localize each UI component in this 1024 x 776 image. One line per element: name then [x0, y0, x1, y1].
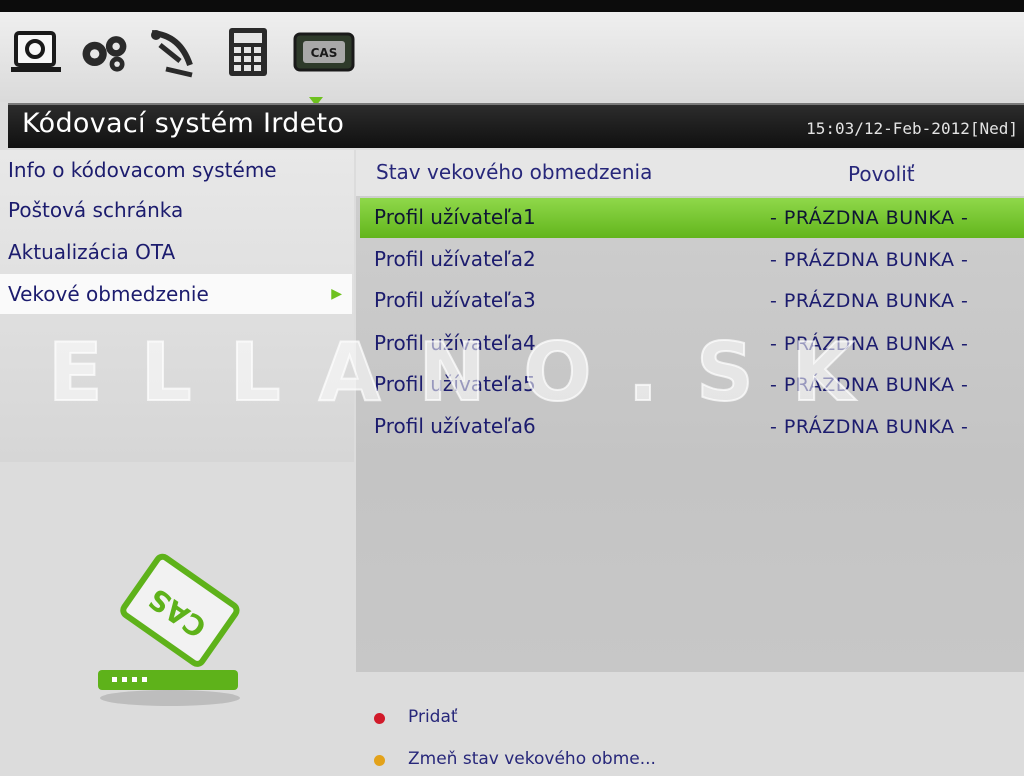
red-button-icon [374, 713, 385, 724]
profile-row[interactable]: Profil užívateľa2 - PRÁZDNA BUNKA - [360, 240, 1024, 280]
cas-logo-icon: CAS [90, 548, 255, 723]
profile-name: Profil užívateľa4 [374, 331, 536, 355]
cas-card-icon[interactable]: CAS [292, 24, 356, 80]
profile-row[interactable]: Profil užívateľa5 - PRÁZDNA BUNKA - [360, 365, 1024, 405]
sidebar-item-age-restriction[interactable]: Vekové obmedzenie ▶ [0, 274, 352, 314]
sidebar-item-label: Vekové obmedzenie [8, 282, 209, 306]
profile-state: - PRÁZDNA BUNKA - [770, 249, 969, 271]
sidebar-item-label: Info o kódovacom systéme [8, 158, 277, 182]
legend-label: Zmeň stav vekového obme... [408, 749, 656, 769]
column-header-allow: Povoliť [848, 162, 915, 186]
screen-bezel [0, 0, 1024, 12]
chevron-right-icon: ▶ [331, 286, 342, 302]
title-bar: Kódovací systém Irdeto 15:03/12-Feb-2012… [8, 103, 1024, 148]
key-legend: Pridať Zmeň stav vekového obme... [370, 700, 1020, 769]
column-header-status: Stav vekového obmedzenia [376, 160, 653, 184]
profile-name: Profil užívateľa6 [374, 414, 536, 438]
datetime-display: 15:03/12-Feb-2012[Ned] [806, 119, 1018, 138]
sidebar-item-ota-update[interactable]: Aktualizácia OTA [0, 232, 352, 272]
top-toolbar: CAS [0, 12, 1024, 106]
cas-card-label: CAS [311, 46, 338, 60]
profile-state: - PRÁZDNA BUNKA - [770, 333, 969, 355]
sidebar-menu: Info o kódovacom systéme Poštová schránk… [0, 150, 354, 462]
sidebar-item-label: Aktualizácia OTA [8, 240, 176, 264]
page-title: Kódovací systém Irdeto [22, 108, 345, 139]
profile-row[interactable]: Profil užívateľa4 - PRÁZDNA BUNKA - [360, 324, 1024, 364]
sidebar-item-cas-info[interactable]: Info o kódovacom systéme [0, 150, 352, 190]
legend-label: Pridať [408, 707, 458, 727]
profile-row[interactable]: Profil užívateľa1 - PRÁZDNA BUNKA - [360, 198, 1024, 238]
satellite-dish-icon[interactable] [146, 24, 202, 80]
profile-name: Profil užívateľa3 [374, 288, 536, 312]
settings-gears-icon[interactable] [76, 24, 132, 80]
yellow-button-icon [374, 755, 385, 766]
calculator-icon[interactable] [220, 24, 276, 80]
sidebar-item-label: Poštová schránka [8, 198, 184, 222]
profile-name: Profil užívateľa2 [374, 247, 536, 271]
profile-name: Profil užívateľa5 [374, 372, 536, 396]
profile-state: - PRÁZDNA BUNKA - [770, 290, 969, 312]
profile-state: - PRÁZDNA BUNKA - [770, 374, 969, 396]
profile-row[interactable]: Profil užívateľa3 - PRÁZDNA BUNKA - [360, 281, 1024, 321]
profile-state: - PRÁZDNA BUNKA - [770, 416, 969, 438]
profile-name: Profil užívateľa1 [374, 205, 536, 229]
panel-header: Stav vekového obmedzenia Povoliť [356, 150, 1024, 196]
profile-row[interactable]: Profil užívateľa6 - PRÁZDNA BUNKA - [360, 407, 1024, 447]
sidebar-item-mailbox[interactable]: Poštová schránka [0, 190, 352, 230]
profile-state: - PRÁZDNA BUNKA - [770, 207, 969, 229]
age-restriction-panel: Stav vekového obmedzenia Povoliť Profil … [356, 150, 1024, 672]
tv-screen-icon[interactable] [8, 24, 64, 80]
